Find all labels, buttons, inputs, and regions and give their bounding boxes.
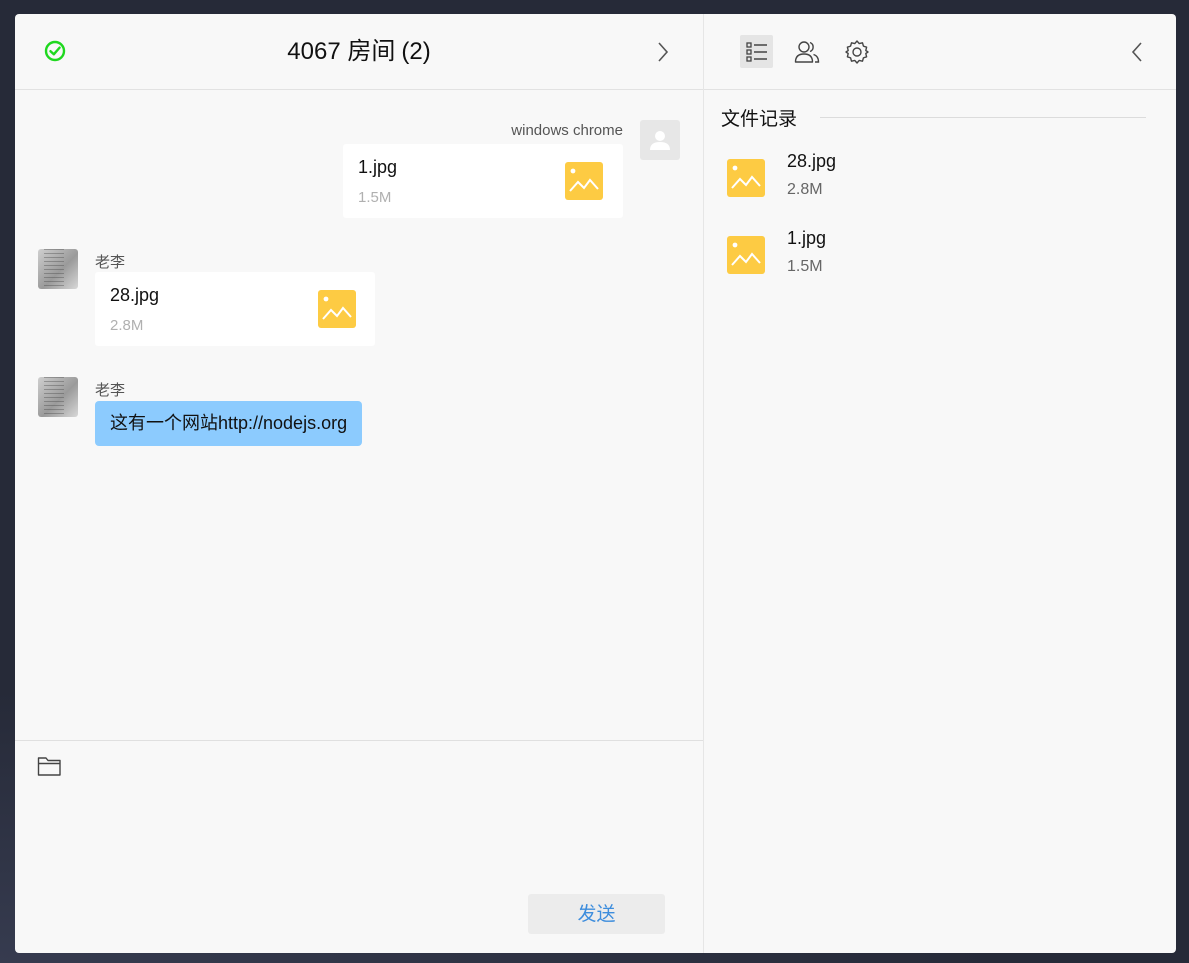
message-input[interactable] <box>15 789 703 875</box>
file-size: 2.8M <box>110 317 144 334</box>
text-message-bubble[interactable]: 这有一个网站http://nodejs.org <box>95 401 363 446</box>
image-file-icon <box>727 236 765 274</box>
chat-header: 4067 房间 (2) <box>15 14 703 90</box>
file-record-item[interactable]: 28.jpg 2.8M <box>727 149 1147 209</box>
room-member-count: (2) <box>401 38 431 65</box>
avatar <box>38 377 78 417</box>
own-avatar <box>640 120 680 160</box>
message-sender: 老李 <box>95 254 126 271</box>
avatar <box>640 120 680 160</box>
message-list: windows chrome 1.jpg 1.5M 老李 28.jpg 2.8M <box>15 90 703 740</box>
file-name: 1.jpg <box>358 157 398 177</box>
chat-window: 4067 房间 (2) windows chrome 1.jpg 1.5M 老李… <box>15 14 1176 953</box>
room-title: 4067 房间 (2) <box>15 36 703 68</box>
tab-settings[interactable] <box>840 35 873 68</box>
gear-icon <box>844 39 869 64</box>
list-icon <box>745 41 767 62</box>
file-record-name: 1.jpg <box>787 228 827 248</box>
file-record-name: 28.jpg <box>787 151 837 171</box>
chevron-right-icon[interactable] <box>655 40 671 64</box>
users-icon <box>794 40 819 63</box>
divider <box>820 117 1146 118</box>
file-size: 1.5M <box>358 189 392 206</box>
message-sender: windows chrome <box>511 122 623 139</box>
chat-pane: 4067 房间 (2) windows chrome 1.jpg 1.5M 老李… <box>15 14 704 953</box>
sender-avatar <box>38 249 78 289</box>
send-button[interactable]: 发送 <box>528 894 665 934</box>
folder-icon[interactable] <box>37 755 62 777</box>
avatar <box>38 249 78 289</box>
sender-avatar <box>38 377 78 417</box>
tab-file-list[interactable] <box>740 35 773 68</box>
tab-members[interactable] <box>790 35 823 68</box>
user-icon <box>650 131 670 150</box>
file-record-size: 1.5M <box>787 258 823 275</box>
file-records-title: 文件记录 <box>721 109 798 130</box>
image-file-icon <box>727 159 765 197</box>
message-composer: 发送 <box>15 740 703 953</box>
file-record-item[interactable]: 1.jpg 1.5M <box>727 226 1147 286</box>
side-header <box>704 14 1176 90</box>
message-sender: 老李 <box>95 382 126 399</box>
room-name: 4067 房间 <box>287 38 396 65</box>
chevron-left-icon[interactable] <box>1129 40 1145 64</box>
file-name: 28.jpg <box>110 285 160 305</box>
side-pane: 文件记录 28.jpg 2.8M 1.jpg 1.5M <box>704 14 1176 953</box>
image-file-icon <box>565 162 603 200</box>
image-file-icon <box>318 290 356 328</box>
file-record-size: 2.8M <box>787 181 823 198</box>
file-message-card[interactable]: 28.jpg 2.8M <box>95 272 375 346</box>
file-message-card[interactable]: 1.jpg 1.5M <box>343 144 623 218</box>
